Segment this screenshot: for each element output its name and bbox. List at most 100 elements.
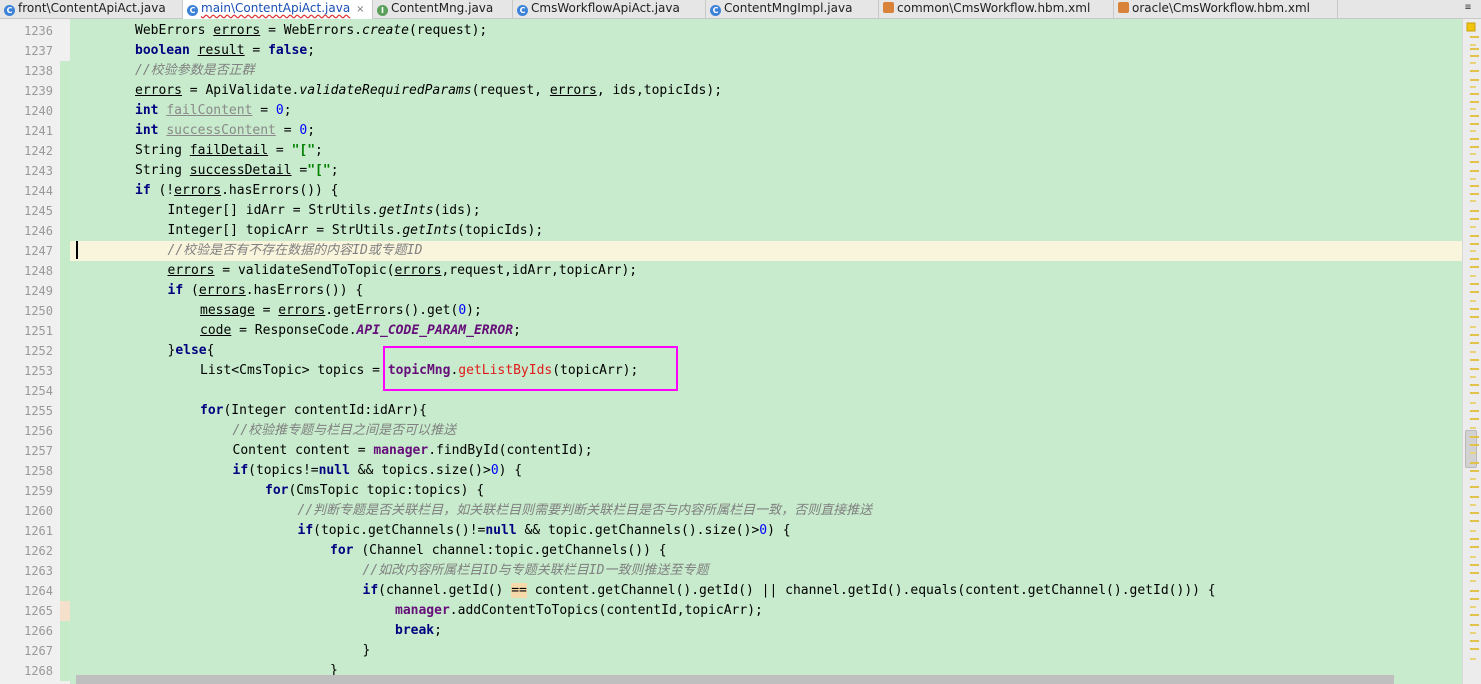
inspection-status-icon[interactable]	[1466, 22, 1476, 32]
warning-marker[interactable]	[1470, 79, 1479, 81]
code-line[interactable]: int failContent = 0;	[70, 101, 1462, 121]
close-tab-icon[interactable]: ×	[356, 4, 364, 15]
code-line[interactable]: //如改内容所属栏目ID与专题关联栏目ID一致则推送至专题	[70, 561, 1462, 581]
tab-0[interactable]: Cfront\ContentApiAct.java	[0, 0, 183, 18]
code-line[interactable]: manager.addContentToTopics(contentId,top…	[70, 601, 1462, 621]
warning-marker[interactable]	[1470, 606, 1476, 608]
warning-marker[interactable]	[1470, 44, 1476, 46]
warning-marker[interactable]	[1470, 226, 1476, 228]
warning-marker[interactable]	[1470, 436, 1479, 438]
warning-marker[interactable]	[1470, 496, 1479, 498]
warning-marker[interactable]	[1470, 308, 1479, 310]
horizontal-scrollbar[interactable]	[76, 675, 1394, 684]
code-line[interactable]: List<CmsTopic> topics = topicMng.getList…	[70, 361, 1462, 381]
warning-marker[interactable]	[1470, 153, 1476, 155]
code-line[interactable]: Content content = manager.findById(conte…	[70, 441, 1462, 461]
warning-marker[interactable]	[1470, 632, 1476, 634]
warning-marker[interactable]	[1470, 520, 1479, 522]
warning-marker[interactable]	[1470, 384, 1479, 386]
warning-marker[interactable]	[1470, 530, 1476, 532]
warning-marker[interactable]	[1470, 130, 1476, 132]
vcs-change-marker[interactable]	[60, 221, 70, 241]
warning-marker[interactable]	[1470, 36, 1479, 38]
code-line[interactable]: if(topics!=null && topics.size()>0) {	[70, 461, 1462, 481]
warning-marker[interactable]	[1470, 138, 1479, 140]
warning-marker[interactable]	[1470, 108, 1476, 110]
warning-marker[interactable]	[1470, 250, 1476, 252]
vcs-change-marker[interactable]	[60, 541, 70, 561]
code-line[interactable]: }else{	[70, 341, 1462, 361]
code-line[interactable]: //校验参数是否正群	[70, 61, 1462, 81]
tab-overflow-menu-icon[interactable]: ≡	[1465, 0, 1471, 16]
warning-marker[interactable]	[1470, 564, 1479, 566]
vcs-change-marker[interactable]	[60, 341, 70, 361]
code-line[interactable]: errors = ApiValidate.validateRequiredPar…	[70, 81, 1462, 101]
code-line[interactable]: if(channel.getId() == content.getChannel…	[70, 581, 1462, 601]
warning-marker[interactable]	[1470, 316, 1479, 318]
warning-marker[interactable]	[1470, 478, 1476, 480]
warning-marker[interactable]	[1470, 410, 1479, 412]
warning-marker[interactable]	[1470, 392, 1479, 394]
warning-marker[interactable]	[1470, 55, 1479, 57]
warning-marker[interactable]	[1470, 614, 1479, 616]
code-line[interactable]: //校验是否有不存在数据的内容ID或专题ID	[70, 241, 1462, 261]
code-line[interactable]: Integer[] topicArr = StrUtils.getInts(to…	[70, 221, 1462, 241]
warning-marker[interactable]	[1470, 470, 1479, 472]
vcs-change-marker[interactable]	[60, 281, 70, 301]
warning-marker[interactable]	[1470, 351, 1476, 353]
warning-marker[interactable]	[1470, 200, 1476, 202]
tab-4[interactable]: C ContentMngImpl.java	[706, 0, 879, 18]
tab-5[interactable]: common\CmsWorkflow.hbm.xml	[879, 0, 1114, 18]
vcs-change-marker[interactable]	[60, 241, 70, 261]
vcs-change-marker[interactable]	[60, 581, 70, 601]
vcs-change-marker[interactable]	[60, 81, 70, 101]
vcs-change-marker[interactable]	[60, 301, 70, 321]
warning-marker[interactable]	[1470, 101, 1479, 103]
vcs-change-marker[interactable]	[60, 361, 70, 381]
vcs-change-marker[interactable]	[60, 181, 70, 201]
vcs-change-marker[interactable]	[60, 321, 70, 341]
code-line[interactable]: for(CmsTopic topic:topics) {	[70, 481, 1462, 501]
vcs-change-marker[interactable]	[60, 101, 70, 121]
warning-marker[interactable]	[1470, 93, 1479, 95]
vcs-change-marker[interactable]	[60, 61, 70, 81]
vcs-change-marker[interactable]	[60, 261, 70, 281]
vcs-change-marker[interactable]	[60, 401, 70, 421]
vcs-change-marker[interactable]	[60, 521, 70, 541]
code-line[interactable]: int successContent = 0;	[70, 121, 1462, 141]
warning-marker[interactable]	[1470, 62, 1476, 64]
vcs-change-marker[interactable]	[60, 601, 70, 621]
warning-marker[interactable]	[1470, 300, 1476, 302]
warning-marker[interactable]	[1470, 210, 1479, 212]
code-line[interactable]: if (!errors.hasErrors()) {	[70, 181, 1462, 201]
warning-marker[interactable]	[1470, 258, 1479, 260]
code-line[interactable]: errors = validateSendToTopic(errors,requ…	[70, 261, 1462, 281]
tab-2[interactable]: I ContentMng.java	[373, 0, 513, 18]
warning-marker[interactable]	[1470, 342, 1479, 344]
warning-marker[interactable]	[1470, 452, 1476, 454]
vcs-change-marker[interactable]	[60, 621, 70, 641]
vcs-change-marker[interactable]	[60, 661, 70, 681]
vcs-change-marker[interactable]	[60, 441, 70, 461]
code-line[interactable]: if(topic.getChannels()!=null && topic.ge…	[70, 521, 1462, 541]
code-line[interactable]: code = ResponseCode.API_CODE_PARAM_ERROR…	[70, 321, 1462, 341]
warning-marker[interactable]	[1470, 556, 1476, 558]
warning-marker[interactable]	[1470, 376, 1476, 378]
warning-marker[interactable]	[1470, 648, 1479, 650]
warning-marker[interactable]	[1470, 178, 1476, 180]
vcs-change-marker[interactable]	[60, 201, 70, 221]
warning-marker[interactable]	[1470, 418, 1479, 420]
warning-marker[interactable]	[1470, 658, 1476, 660]
code-line[interactable]: }	[70, 641, 1462, 661]
vcs-change-marker[interactable]	[60, 561, 70, 581]
warning-marker[interactable]	[1470, 368, 1479, 370]
warning-marker[interactable]	[1470, 402, 1476, 404]
warning-marker[interactable]	[1470, 640, 1479, 642]
warning-marker[interactable]	[1470, 48, 1479, 50]
code-line[interactable]	[70, 381, 1462, 401]
warning-marker[interactable]	[1470, 590, 1479, 592]
warning-marker[interactable]	[1470, 193, 1479, 195]
tab-6[interactable]: oracle\CmsWorkflow.hbm.xml	[1114, 0, 1338, 18]
warning-marker[interactable]	[1470, 444, 1479, 446]
vcs-change-marker[interactable]	[60, 641, 70, 661]
